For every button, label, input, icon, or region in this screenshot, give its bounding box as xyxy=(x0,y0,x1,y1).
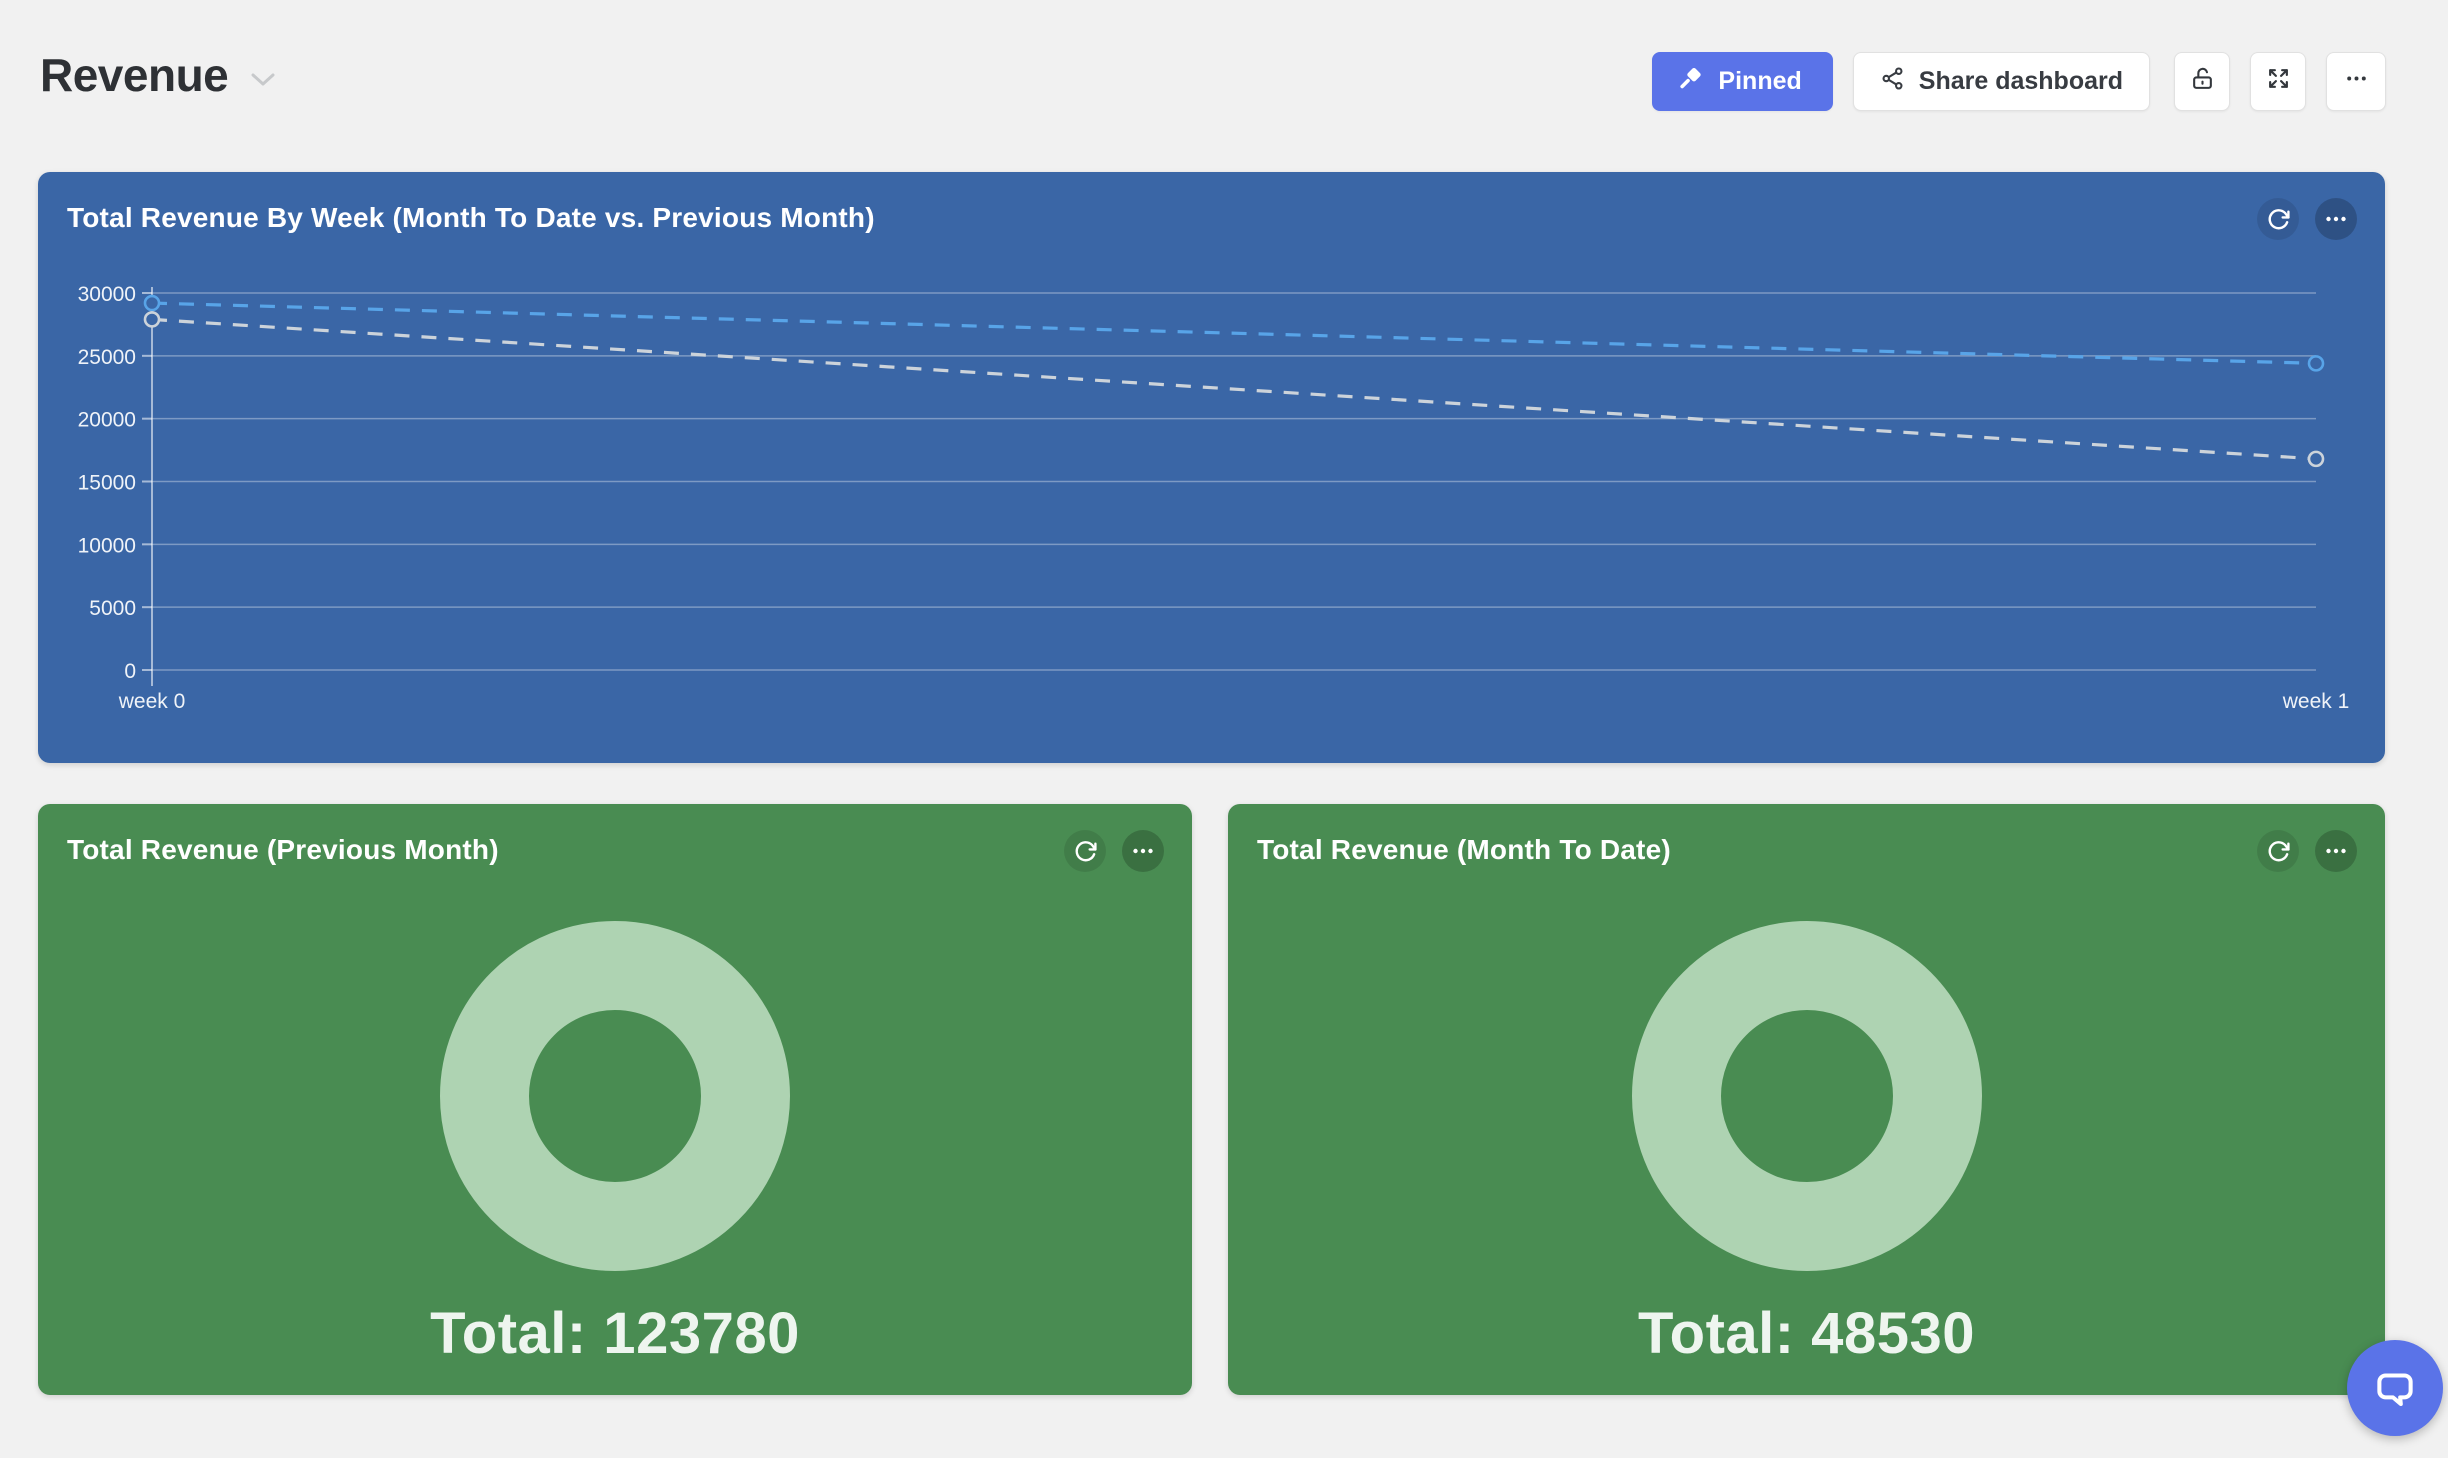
fullscreen-button[interactable] xyxy=(2250,52,2306,111)
y-tick-label: 5000 xyxy=(89,597,136,620)
refresh-icon xyxy=(1073,839,1098,864)
total-value: Total: 123780 xyxy=(38,1300,1192,1367)
refresh-button[interactable] xyxy=(1064,830,1106,872)
card-title: Total Revenue By Week (Month To Date vs.… xyxy=(67,202,875,234)
data-point-marker xyxy=(2309,452,2323,466)
chat-bubble-icon xyxy=(2370,1363,2420,1413)
series-line xyxy=(152,319,2316,458)
pinned-button-label: Pinned xyxy=(1718,67,1801,96)
refresh-icon xyxy=(2266,839,2291,864)
chevron-down-icon[interactable] xyxy=(250,71,276,94)
data-point-marker xyxy=(145,312,159,326)
y-tick-label: 15000 xyxy=(78,472,136,495)
data-point-marker xyxy=(2309,356,2323,370)
dashboard-toolbar: Pinned Share dashboard xyxy=(1652,52,2386,111)
x-tick-label: week 0 xyxy=(118,690,186,713)
dashboard-header: Revenue xyxy=(40,48,276,102)
series-line xyxy=(152,303,2316,363)
total-value: Total: 48530 xyxy=(1228,1300,2385,1367)
donut-chart[interactable] xyxy=(440,921,790,1271)
card-menu-button[interactable] xyxy=(1122,830,1164,872)
share-dashboard-button[interactable]: Share dashboard xyxy=(1853,52,2150,111)
expand-icon xyxy=(2266,66,2291,98)
ellipsis-icon xyxy=(2344,66,2369,98)
refresh-icon xyxy=(2266,207,2291,232)
donut-chart[interactable] xyxy=(1632,921,1982,1271)
card-title: Total Revenue (Month To Date) xyxy=(1257,834,1671,866)
page-title: Revenue xyxy=(40,48,228,102)
unlock-icon xyxy=(2190,66,2215,98)
share-icon xyxy=(1880,66,1905,98)
share-dashboard-label: Share dashboard xyxy=(1919,67,2123,96)
card-actions xyxy=(2257,830,2357,872)
ellipsis-icon xyxy=(2324,839,2348,863)
refresh-button[interactable] xyxy=(2257,198,2299,240)
card-title: Total Revenue (Previous Month) xyxy=(67,834,499,866)
revenue-by-week-card: 0 5000 10000 15000 20000 25000 30000 week 0 week… xyxy=(38,172,2385,763)
card-menu-button[interactable] xyxy=(2315,830,2357,872)
line-chart: 0 5000 10000 15000 20000 25000 30000 week 0 week… xyxy=(38,172,2385,763)
x-tick-label: week 1 xyxy=(2282,690,2350,713)
more-options-button[interactable] xyxy=(2326,52,2386,111)
y-tick-label: 20000 xyxy=(78,409,136,432)
refresh-button[interactable] xyxy=(2257,830,2299,872)
card-menu-button[interactable] xyxy=(2315,198,2357,240)
ellipsis-icon xyxy=(1131,839,1155,863)
y-tick-label: 0 xyxy=(124,660,136,683)
lock-sharing-button[interactable] xyxy=(2174,52,2230,111)
chat-launcher-button[interactable] xyxy=(2347,1340,2443,1436)
y-tick-label: 30000 xyxy=(78,283,136,306)
total-revenue-previous-month-card: Total Revenue (Previous Month) Total: 12… xyxy=(38,804,1192,1395)
y-tick-label: 25000 xyxy=(78,346,136,369)
y-tick-label: 10000 xyxy=(78,534,136,557)
ellipsis-icon xyxy=(2324,207,2348,231)
pinned-button[interactable]: Pinned xyxy=(1652,52,1832,111)
pin-icon xyxy=(1677,65,1704,99)
card-actions xyxy=(2257,198,2357,240)
card-actions xyxy=(1064,830,1164,872)
data-point-marker xyxy=(145,296,159,310)
total-revenue-month-to-date-card: Total Revenue (Month To Date) Total: 485… xyxy=(1228,804,2385,1395)
